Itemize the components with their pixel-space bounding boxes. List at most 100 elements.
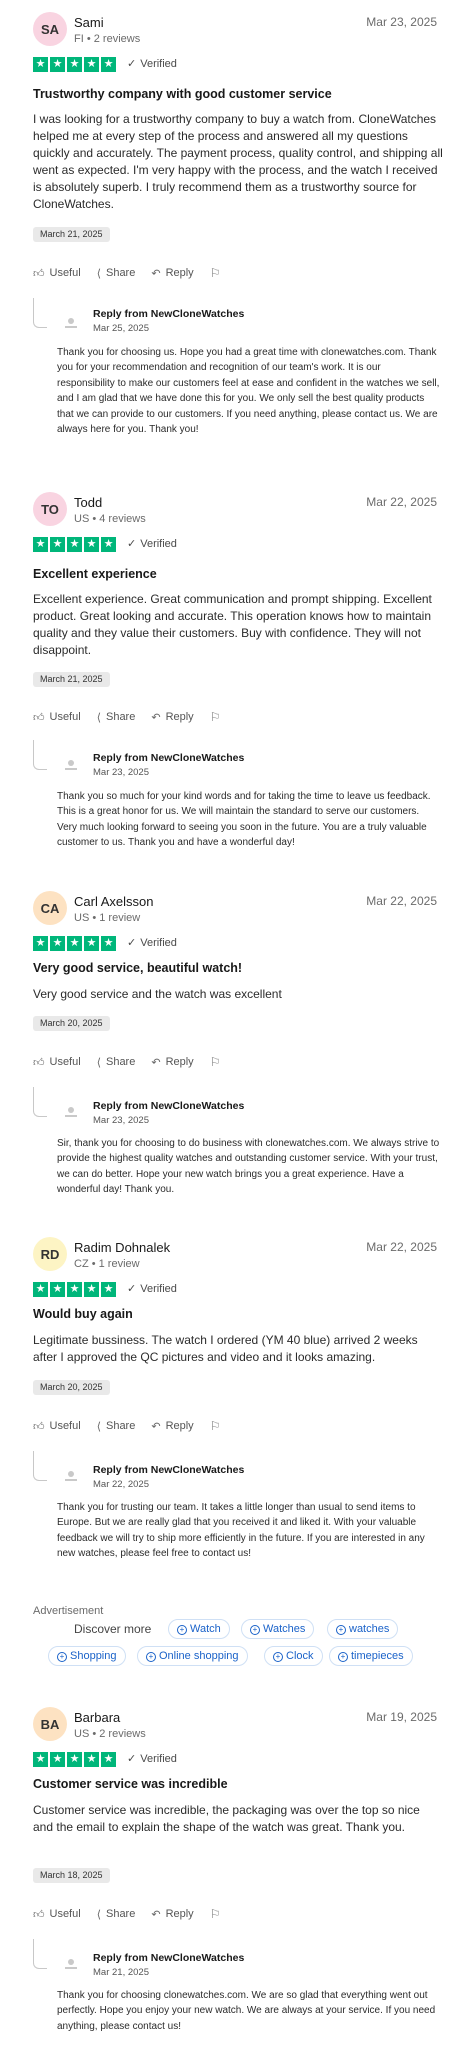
star-rating: ★ ★ ★ ★ ★ xyxy=(33,1752,116,1767)
reviewer-name[interactable]: Barbara xyxy=(74,1710,120,1725)
review-date: Mar 23, 2025 xyxy=(366,15,437,29)
share-icon: ⟨ xyxy=(96,711,101,724)
verified-badge[interactable]: ✓ Verified xyxy=(127,936,177,951)
review-card: TO Todd US • 4 reviews Mar 22, 2025 ★ ★ ★ ★… xyxy=(0,492,459,892)
ad-pill-shopping[interactable]: + Shopping xyxy=(48,1646,126,1666)
review-body: Very good service and the watch was exce… xyxy=(33,987,282,1001)
review-card: BA Barbara US • 2 reviews Mar 19, 2025 ★… xyxy=(0,1707,459,2047)
verified-badge[interactable]: ✓ Verified xyxy=(127,1752,177,1767)
star-rating: ★ ★ ★ ★ ★ xyxy=(33,537,116,552)
reply-button[interactable]: ↶ Reply xyxy=(151,1908,193,1921)
reply-author: Reply from NewCloneWatches xyxy=(93,1464,245,1476)
discover-more-label: Discover more xyxy=(74,1622,152,1636)
star-icon: ★ xyxy=(84,936,99,951)
review-actions: 👍︎ Useful ⟨ Share ↶ Reply ⚐ xyxy=(33,710,236,724)
verified-badge[interactable]: ✓ Verified xyxy=(127,57,177,72)
flag-icon[interactable]: ⚐ xyxy=(210,1055,221,1069)
company-logo xyxy=(65,1471,77,1481)
check-icon: ✓ xyxy=(127,58,137,70)
star-icon: ★ xyxy=(101,537,116,552)
star-icon: ★ xyxy=(50,1752,65,1767)
ad-pill-watches[interactable]: + Watches xyxy=(241,1619,315,1639)
reply-body: Thank you for choosing us. Hope you had … xyxy=(57,347,440,436)
review-card: CA Carl Axelsson US • 1 review Mar 22, 2… xyxy=(0,891,459,1195)
star-icon: ★ xyxy=(33,57,48,72)
reviewer-name[interactable]: Todd xyxy=(74,495,102,510)
reply-body: Thank you for trusting our team. It take… xyxy=(57,1502,425,1560)
flag-icon[interactable]: ⚐ xyxy=(210,1419,221,1433)
useful-button[interactable]: 👍︎ Useful xyxy=(33,711,81,724)
reply-button[interactable]: ↶ Reply xyxy=(151,267,193,280)
share-button[interactable]: ⟨ Share xyxy=(97,1056,136,1069)
useful-button[interactable]: 👍︎ Useful xyxy=(33,267,81,280)
reply-date: Mar 22, 2025 xyxy=(93,1479,149,1490)
review-actions: 👍︎ Useful ⟨ Share ↶ Reply ⚐ xyxy=(33,1419,236,1433)
reply-icon: ↶ xyxy=(151,1908,161,1921)
check-icon: ✓ xyxy=(127,538,137,550)
review-title[interactable]: Trustworthy company with good customer s… xyxy=(33,87,332,101)
company-logo xyxy=(65,318,77,328)
reply-author: Reply from NewCloneWatches xyxy=(93,308,245,320)
flag-icon[interactable]: ⚐ xyxy=(210,710,221,724)
ad-pill-watches-lower[interactable]: + watches xyxy=(327,1619,399,1639)
reply-date: Mar 21, 2025 xyxy=(93,1967,149,1978)
reply-icon: ↶ xyxy=(151,1420,161,1433)
review-title[interactable]: Excellent experience xyxy=(33,567,157,581)
reply-button[interactable]: ↶ Reply xyxy=(151,1056,193,1069)
check-icon: ✓ xyxy=(127,1283,137,1295)
review-title[interactable]: Very good service, beautiful watch! xyxy=(33,961,242,975)
share-button[interactable]: ⟨ Share xyxy=(97,1908,136,1921)
review-body: Excellent experience. Great communicatio… xyxy=(33,592,432,657)
reviewer-meta: US • 2 reviews xyxy=(74,1728,146,1740)
thumbs-up-icon: 👍︎ xyxy=(33,1056,45,1069)
review-body: I was looking for a trustworthy company … xyxy=(33,112,443,211)
thumbs-up-icon: 👍︎ xyxy=(33,711,45,724)
review-title[interactable]: Customer service was incredible xyxy=(33,1777,228,1791)
review-title[interactable]: Would buy again xyxy=(33,1307,133,1321)
plus-icon: + xyxy=(336,1625,346,1635)
reply-author: Reply from NewCloneWatches xyxy=(93,752,245,764)
useful-button[interactable]: 👍︎ Useful xyxy=(33,1908,81,1921)
ad-pill-clock[interactable]: + Clock xyxy=(264,1646,323,1666)
ad-pill-online-shopping[interactable]: + Online shopping xyxy=(137,1646,248,1666)
reply-connector xyxy=(33,1087,47,1117)
experience-date: March 20, 2025 xyxy=(33,1380,110,1395)
reply-button[interactable]: ↶ Reply xyxy=(151,711,193,724)
reply-body: Thank you for choosing clonewatches.com.… xyxy=(57,1990,436,2032)
review-body: Customer service was incredible, the pac… xyxy=(33,1803,420,1834)
useful-button[interactable]: 👍︎ Useful xyxy=(33,1420,81,1433)
star-icon: ★ xyxy=(101,1752,116,1767)
plus-icon: + xyxy=(146,1652,156,1662)
share-button[interactable]: ⟨ Share xyxy=(97,267,136,280)
star-icon: ★ xyxy=(67,57,82,72)
reply-icon: ↶ xyxy=(151,267,161,280)
reply-icon: ↶ xyxy=(151,711,161,724)
ad-pill-timepieces[interactable]: + timepieces xyxy=(329,1646,413,1666)
verified-badge[interactable]: ✓ Verified xyxy=(127,537,177,552)
reply-date: Mar 25, 2025 xyxy=(93,323,149,334)
avatar[interactable]: SA xyxy=(33,12,67,46)
reviewer-name[interactable]: Sami xyxy=(74,15,104,30)
star-icon: ★ xyxy=(84,57,99,72)
verified-badge[interactable]: ✓ Verified xyxy=(127,1282,177,1297)
reply-author: Reply from NewCloneWatches xyxy=(93,1100,245,1112)
share-icon: ⟨ xyxy=(96,1908,101,1921)
useful-button[interactable]: 👍︎ Useful xyxy=(33,1056,81,1069)
avatar[interactable]: BA xyxy=(33,1707,67,1741)
flag-icon[interactable]: ⚐ xyxy=(210,266,221,280)
ad-pill-watch[interactable]: + Watch xyxy=(168,1619,230,1639)
avatar[interactable]: CA xyxy=(33,891,67,925)
reviewer-meta: US • 4 reviews xyxy=(74,513,146,525)
star-rating: ★ ★ ★ ★ ★ xyxy=(33,1282,116,1297)
reply-button[interactable]: ↶ Reply xyxy=(151,1420,193,1433)
avatar[interactable]: RD xyxy=(33,1237,67,1271)
review-date: Mar 19, 2025 xyxy=(366,1710,437,1724)
reviewer-name[interactable]: Radim Dohnalek xyxy=(74,1240,170,1255)
advertisement-label: Advertisement xyxy=(33,1605,104,1617)
share-button[interactable]: ⟨ Share xyxy=(97,1420,136,1433)
flag-icon[interactable]: ⚐ xyxy=(210,1907,221,1921)
avatar[interactable]: TO xyxy=(33,492,67,526)
share-button[interactable]: ⟨ Share xyxy=(97,711,136,724)
reviewer-name[interactable]: Carl Axelsson xyxy=(74,894,153,909)
review-actions: 👍︎ Useful ⟨ Share ↶ Reply ⚐ xyxy=(33,266,236,280)
